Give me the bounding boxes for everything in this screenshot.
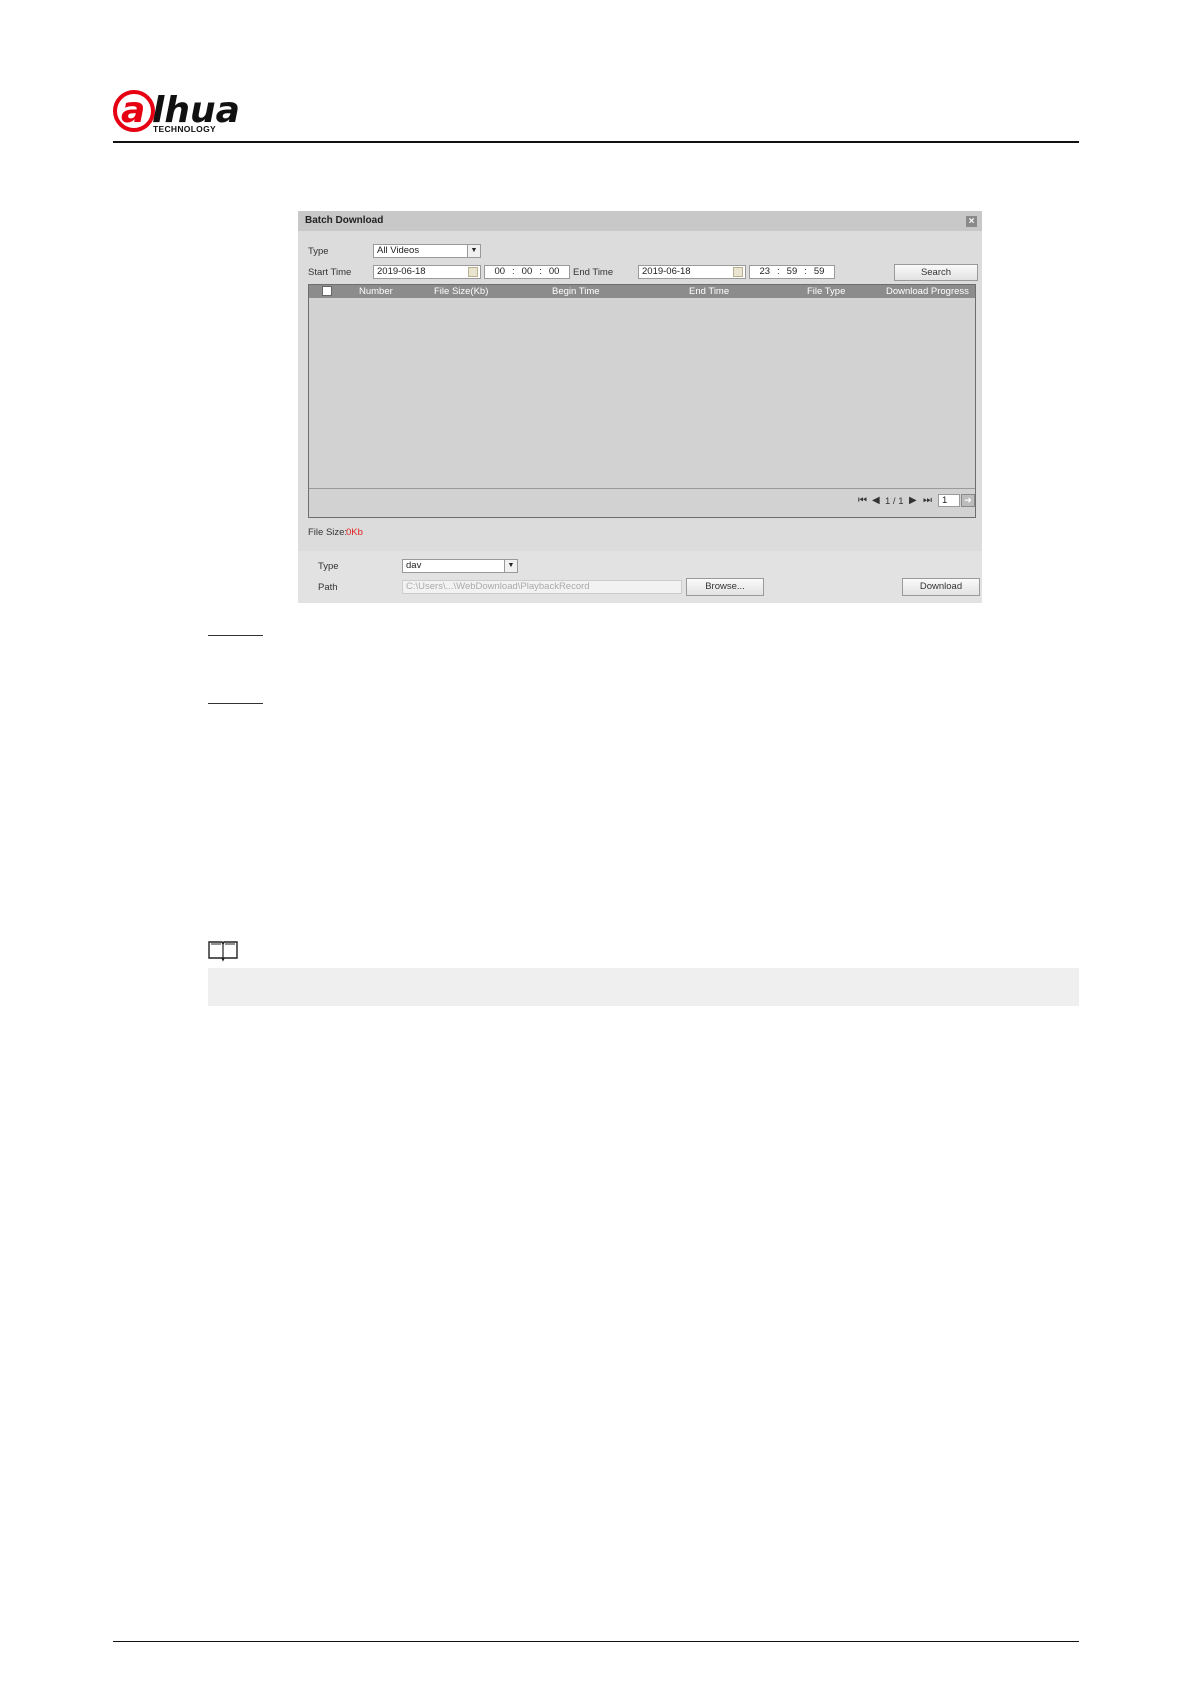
select-all-checkbox[interactable] <box>322 286 332 296</box>
calendar-icon[interactable] <box>468 267 478 277</box>
format-type-value: dav <box>406 560 422 571</box>
path-label: Path <box>318 582 338 593</box>
svg-text:a: a <box>121 90 145 131</box>
end-date-value: 2019-06-18 <box>642 266 691 277</box>
column-header-file-size: File Size(Kb) <box>434 286 489 297</box>
header-rule <box>113 141 1079 143</box>
end-time-input[interactable]: 23 : 59 : 59 <box>749 265 835 279</box>
last-page-icon[interactable]: ⏭ <box>923 495 932 506</box>
next-page-icon[interactable]: ▶ <box>909 495 917 506</box>
start-time-input[interactable]: 00 : 00 : 00 <box>484 265 570 279</box>
start-minute[interactable]: 00 <box>522 266 533 278</box>
footer-rule <box>113 1641 1079 1642</box>
video-type-select[interactable]: All Videos ▼ <box>373 244 481 258</box>
download-button[interactable]: Download <box>902 578 980 596</box>
column-header-begin-time: Begin Time <box>552 286 600 297</box>
first-page-icon[interactable]: ⏮ <box>858 495 867 506</box>
format-type-label: Type <box>318 561 339 572</box>
column-header-end-time: End Time <box>689 286 730 297</box>
go-page-icon[interactable]: ➜ <box>961 494 975 507</box>
end-date-input[interactable]: 2019-06-18 <box>638 265 746 279</box>
page-info: 1 / 1 <box>885 496 904 507</box>
note-box <box>208 968 1079 1006</box>
results-table: Number File Size(Kb) Begin Time End Time… <box>308 284 976 518</box>
end-minute[interactable]: 59 <box>787 266 798 278</box>
search-button[interactable]: Search <box>894 264 978 281</box>
file-size-value: 0Kb <box>346 527 363 538</box>
pager-divider <box>309 488 975 489</box>
time-separator: : <box>512 266 515 277</box>
time-separator: : <box>804 266 807 277</box>
file-size-label: File Size: <box>308 527 348 538</box>
path-input[interactable]: C:\Users\...\WebDownload\PlaybackRecord <box>402 580 682 594</box>
column-header-file-type: File Type <box>807 286 846 297</box>
start-second[interactable]: 00 <box>549 266 560 278</box>
format-type-select[interactable]: dav ▼ <box>402 559 518 573</box>
video-type-value: All Videos <box>377 245 420 256</box>
start-time-label: Start Time <box>308 267 352 278</box>
end-time-label: End Time <box>573 267 614 278</box>
time-separator: : <box>777 266 780 277</box>
column-header-download-progress: Download Progress <box>886 286 969 297</box>
chevron-down-icon: ▼ <box>467 245 480 257</box>
batch-download-dialog: Batch Download × Type All Videos ▼ Start… <box>298 211 982 603</box>
close-icon[interactable]: × <box>966 216 977 227</box>
book-icon <box>207 940 239 962</box>
browse-button[interactable]: Browse... <box>686 578 764 596</box>
end-second[interactable]: 59 <box>814 266 825 278</box>
prev-page-icon[interactable]: ◀ <box>872 495 880 506</box>
logo-tagline: TECHNOLOGY <box>153 124 216 134</box>
page-number-input[interactable]: 1 <box>938 494 960 507</box>
dialog-title: Batch Download <box>305 215 384 226</box>
type-label: Type <box>308 246 329 257</box>
end-hour[interactable]: 23 <box>759 266 770 278</box>
table-header: Number File Size(Kb) Begin Time End Time… <box>309 285 975 298</box>
time-separator: : <box>539 266 542 277</box>
column-header-number: Number <box>359 286 393 297</box>
step-underline <box>208 703 263 704</box>
download-options-panel: Type dav ▼ Path C:\Users\...\WebDownload… <box>298 551 982 603</box>
calendar-icon[interactable] <box>733 267 743 277</box>
step-underline <box>208 635 263 636</box>
start-date-input[interactable]: 2019-06-18 <box>373 265 481 279</box>
dialog-titlebar: Batch Download × <box>298 211 982 231</box>
start-hour[interactable]: 00 <box>494 266 505 278</box>
start-date-value: 2019-06-18 <box>377 266 426 277</box>
chevron-down-icon: ▼ <box>504 560 517 572</box>
